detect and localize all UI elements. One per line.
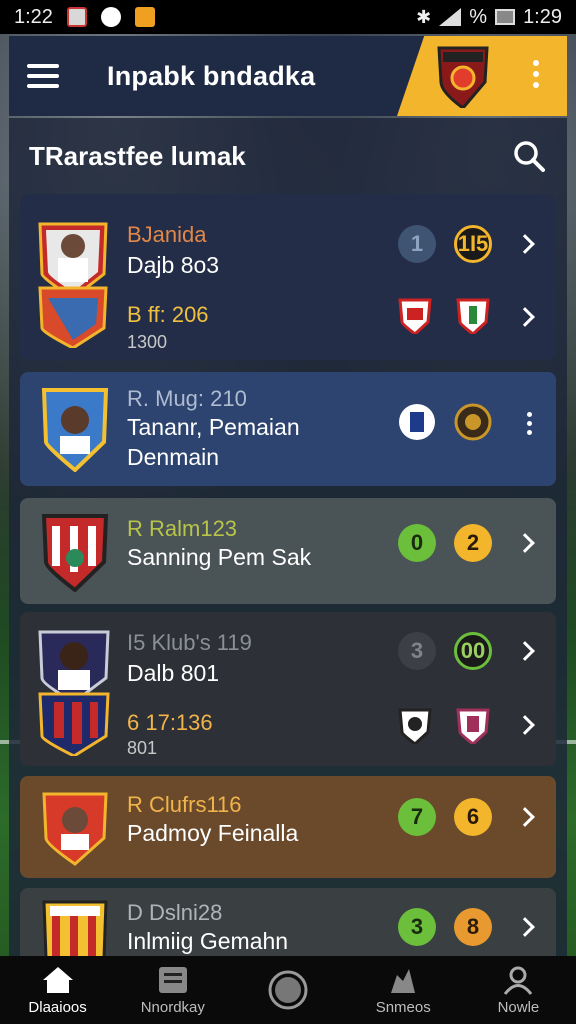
search-icon[interactable] <box>511 138 547 174</box>
nav-players[interactable]: Snmeos <box>346 956 461 1024</box>
card-title: R Clufrs116 <box>127 792 242 817</box>
signal-icon <box>439 8 462 26</box>
transfer-card[interactable]: I5 Klub's 119 Dalb 801 6 17:136 801 3 00 <box>20 612 556 766</box>
gallery-notification-icon <box>66 7 87 27</box>
nav-label: Nowle <box>497 998 540 1016</box>
home-icon <box>42 966 73 993</box>
score-badge: 6 <box>454 798 492 836</box>
chevron-right-icon[interactable] <box>515 807 535 827</box>
score-badge: 8 <box>454 908 492 946</box>
card-fee: B ff: 206 <box>127 302 209 327</box>
chevron-right-icon[interactable] <box>515 917 535 937</box>
mail-notification-icon <box>134 7 155 27</box>
club-crest-icon <box>398 298 432 334</box>
card-detail: 1300 <box>127 332 168 352</box>
club-crest-icon <box>398 708 432 744</box>
profile-icon <box>504 966 533 995</box>
chevron-right-icon[interactable] <box>515 715 535 735</box>
nav-home[interactable]: Dlaaioos <box>0 956 115 1024</box>
transfer-card[interactable]: R. Mug: 210 Tananr, Pemaian Denmain <box>20 372 556 486</box>
status-clock-right: 1:29 <box>523 5 562 28</box>
card-title: R. Mug: 210 <box>127 386 247 411</box>
transfer-card[interactable]: BJanida Dajb 8o3 B ff: 206 1300 1 1I5 <box>20 194 556 360</box>
battery-percent: % <box>469 5 488 28</box>
card-subtitle: Inlmiig Gemahn <box>127 928 289 954</box>
card-title: BJanida <box>127 222 207 247</box>
overflow-menu-icon[interactable] <box>527 412 532 435</box>
player-crest-icon <box>38 630 110 756</box>
nav-label: Dlaaioos <box>28 998 87 1016</box>
score-badge: 00 <box>454 632 492 670</box>
player-crest-icon <box>38 222 108 348</box>
transfer-card[interactable]: R Ralm123 Sanning Pem Sak 0 2 <box>20 498 556 604</box>
count-badge: 0 <box>398 524 436 562</box>
count-badge: 3 <box>398 908 436 946</box>
card-title: D Dslni28 <box>127 900 223 925</box>
app-title: Inpabk bndadka <box>107 60 316 91</box>
nav-profile[interactable]: Nowle <box>461 956 576 1024</box>
status-time: 1:22 <box>14 5 53 28</box>
player-crest-icon <box>42 792 108 866</box>
card-title: R Ralm123 <box>127 516 238 541</box>
players-icon <box>391 968 416 993</box>
app-notification-icon <box>100 7 121 27</box>
bluetooth-icon: ✱ <box>416 6 432 27</box>
club-crest-icon[interactable] <box>435 42 491 108</box>
status-bar: 1:22 ✱ % 1:29 <box>0 0 576 34</box>
nav-label: Snmeos <box>375 998 431 1016</box>
card-detail: 801 <box>127 738 158 758</box>
chevron-right-icon[interactable] <box>515 307 535 327</box>
news-icon <box>158 966 187 993</box>
transfer-panel: TRarastfee lumak BJanida Dajb 8o3 B ff: … <box>9 118 567 958</box>
transfer-card[interactable]: D Dslni28 Inlmiig Gemahn 3 8 <box>20 888 556 958</box>
transfer-card[interactable]: R Clufrs116 Padmoy Feinalla 7 6 <box>20 776 556 878</box>
count-badge: 1 <box>398 225 436 263</box>
battery-icon <box>495 9 516 25</box>
club-crest-icon <box>456 708 490 744</box>
panel-title: TRarastfee lumak <box>29 140 246 171</box>
club-crest-icon <box>42 900 108 958</box>
card-subtitle: Dajb 8o3 <box>127 252 220 278</box>
player-crest-icon <box>41 388 109 472</box>
nav-news[interactable]: Nnordkay <box>115 956 230 1024</box>
app-header: Inpabk bndadka <box>9 36 567 116</box>
nav-label: Nnordkay <box>140 998 205 1016</box>
chevron-right-icon[interactable] <box>515 641 535 661</box>
card-subtitle: Dalb 801 <box>127 660 220 686</box>
club-crest-icon <box>41 514 109 592</box>
club-crest-icon <box>456 298 490 334</box>
bottom-navigation: Dlaaioos Nnordkay Snmeos Nowle <box>0 956 576 1024</box>
score-badge: 1I5 <box>454 225 492 263</box>
chevron-right-icon[interactable] <box>515 234 535 254</box>
card-fee: 6 17:136 <box>127 710 213 735</box>
nav-record[interactable] <box>230 956 345 1024</box>
club-crest-icon <box>399 404 435 440</box>
menu-icon[interactable] <box>27 64 59 88</box>
record-icon <box>268 970 308 1010</box>
card-subtitle: Padmoy Feinalla <box>127 820 299 846</box>
overflow-menu-icon[interactable] <box>533 60 539 88</box>
club-crest-icon <box>454 403 492 441</box>
count-badge: 7 <box>398 798 436 836</box>
chevron-right-icon[interactable] <box>515 533 535 553</box>
count-badge: 3 <box>398 632 436 670</box>
card-subtitle: Tananr, Pemaian <box>127 414 300 440</box>
card-title: I5 Klub's 119 <box>127 630 252 655</box>
card-detail: Denmain <box>127 444 220 470</box>
score-badge: 2 <box>454 524 492 562</box>
card-subtitle: Sanning Pem Sak <box>127 544 312 570</box>
